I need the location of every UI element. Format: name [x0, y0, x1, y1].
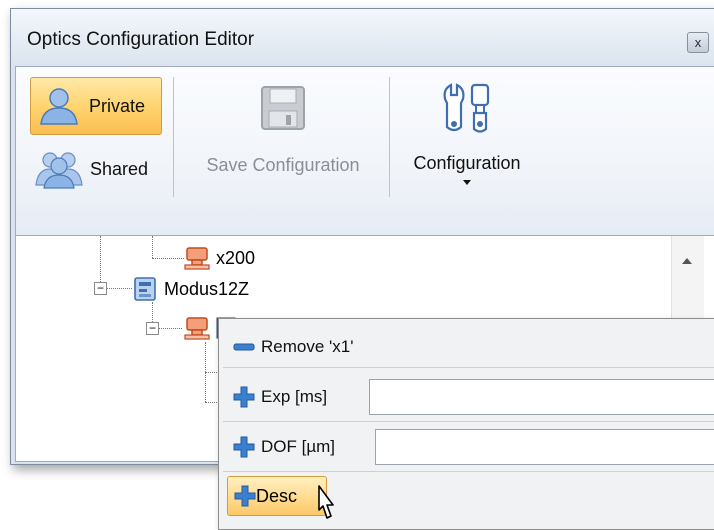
configuration-tools-icon	[443, 83, 490, 133]
save-configuration-button[interactable]: Save Configuration	[180, 79, 386, 194]
tree-node-label: x200	[216, 247, 256, 268]
menu-item-label: Desc	[256, 485, 298, 506]
ribbon-separator	[389, 77, 390, 197]
tree-connector	[158, 328, 182, 329]
tree-connector	[152, 258, 184, 259]
tree-node-modus12z[interactable]: Modus12Z	[132, 276, 249, 302]
minus-icon: −	[148, 321, 156, 335]
plus-icon	[233, 386, 255, 408]
objective-icon	[184, 247, 210, 270]
configuration-dropdown-button[interactable]: Configuration	[397, 77, 537, 197]
menu-item-label: Remove 'x1'	[261, 337, 354, 356]
objective-icon	[184, 317, 210, 340]
close-icon: x	[694, 35, 702, 50]
collapse-toggle[interactable]: −	[94, 282, 107, 295]
shared-label: Shared	[90, 158, 149, 179]
save-configuration-label: Save Configuration	[206, 155, 360, 175]
scroll-up-icon[interactable]	[682, 258, 692, 264]
user-icon	[40, 88, 78, 125]
title-bar: Optics Configuration Editor x	[11, 9, 714, 65]
configuration-label: Configuration	[413, 153, 521, 173]
chevron-down-icon	[463, 180, 471, 185]
exp-ms-input[interactable]	[369, 379, 714, 415]
context-menu: Remove 'x1' Exp [ms] DOF [µm] Desc	[218, 318, 714, 530]
menu-separator	[223, 471, 714, 472]
mouse-cursor-icon	[318, 485, 334, 519]
menu-item-desc[interactable]: Desc	[227, 476, 327, 516]
menu-item-remove[interactable]: Remove 'x1'	[219, 333, 714, 361]
users-icon	[35, 152, 83, 189]
menu-item-label: DOF [µm]	[261, 437, 336, 456]
close-button[interactable]: x	[687, 32, 709, 53]
plus-icon	[234, 485, 256, 507]
tree-connector	[152, 302, 153, 322]
minus-icon: −	[96, 281, 104, 295]
menu-separator	[223, 421, 714, 422]
collapse-toggle[interactable]: −	[146, 322, 159, 335]
tree-node-x200[interactable]: x200	[184, 246, 255, 270]
shared-button[interactable]: Shared	[30, 143, 160, 195]
microscope-module-icon	[134, 277, 156, 301]
plus-icon	[233, 436, 255, 458]
minus-icon	[233, 343, 255, 351]
menu-item-label: Exp [ms]	[261, 387, 328, 406]
private-label: Private	[89, 95, 146, 116]
tree-connector	[106, 288, 132, 289]
tree-node-label: Modus12Z	[164, 278, 250, 299]
tree-connector	[152, 236, 153, 258]
menu-separator	[223, 367, 714, 368]
window-title: Optics Configuration Editor	[27, 29, 255, 50]
ribbon-toolbar: Private Shared Save Configuration Config…	[15, 66, 714, 236]
dof-um-input[interactable]	[375, 429, 714, 465]
ribbon-separator	[173, 77, 174, 197]
floppy-disk-icon	[261, 86, 305, 130]
private-button[interactable]: Private	[30, 77, 162, 135]
